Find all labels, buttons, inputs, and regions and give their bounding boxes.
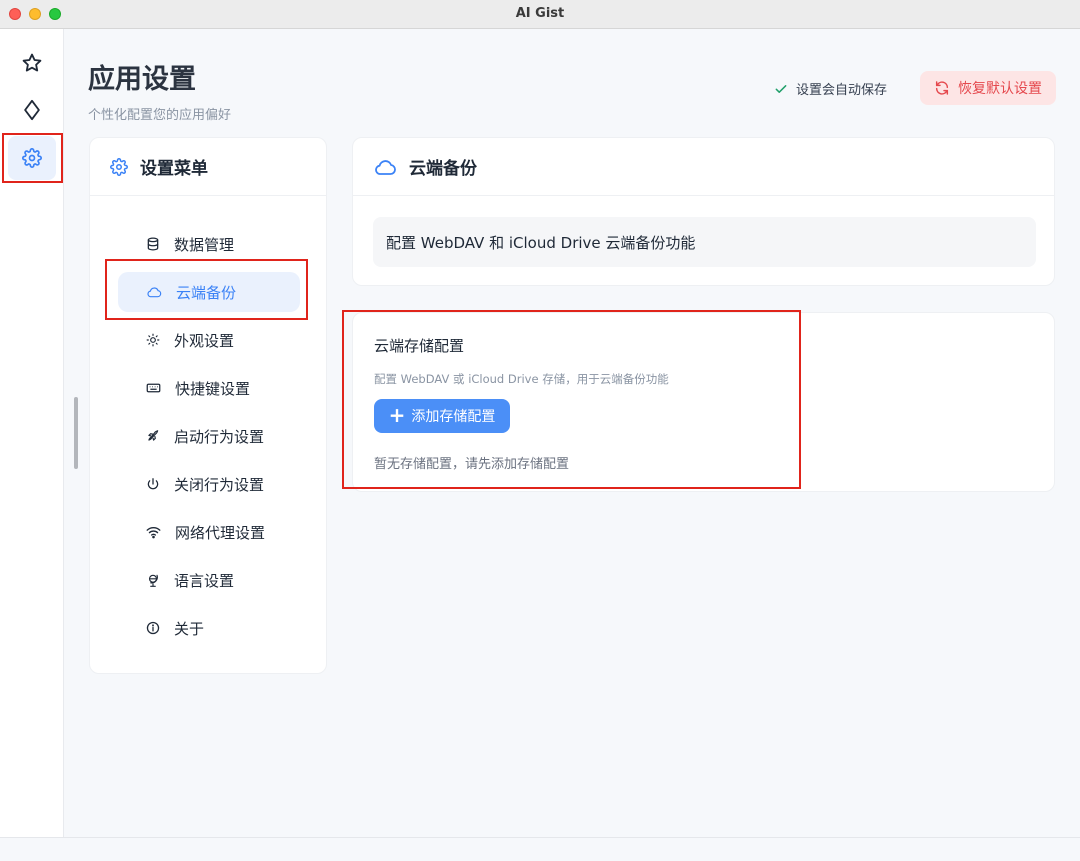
storage-config-highlight-box (342, 310, 801, 489)
cloud-backup-highlight-box (105, 259, 308, 320)
window-titlebar: AI Gist (0, 0, 1080, 29)
menu-item-label: 关闭行为设置 (174, 475, 265, 494)
reset-defaults-label: 恢复默认设置 (958, 81, 1042, 97)
menu-item-appearance[interactable]: 外观设置 (118, 320, 300, 360)
autosave-text: 设置会自动保存 (796, 83, 888, 98)
info-icon (146, 621, 160, 635)
gear-icon (110, 157, 128, 176)
menu-item-language[interactable]: 语言设置 (118, 560, 300, 600)
power-icon (146, 477, 160, 491)
settings-menu-title: 设置菜单 (140, 159, 208, 179)
icon-rail (0, 29, 64, 837)
menu-item-label: 网络代理设置 (175, 523, 266, 542)
rail-item-prompts[interactable] (8, 88, 56, 132)
sidebar-scrollbar[interactable] (74, 397, 78, 469)
menu-item-proxy[interactable]: 网络代理设置 (118, 512, 300, 552)
section-header: 云端备份 (353, 138, 1054, 196)
menu-item-label: 快捷键设置 (175, 379, 251, 398)
menu-item-label: 启动行为设置 (174, 427, 265, 446)
menu-item-startup[interactable]: 启动行为设置 (118, 416, 300, 456)
cloud-backup-section: 云端备份 配置 WebDAV 和 iCloud Drive 云端备份功能 (352, 137, 1055, 286)
menu-item-close-behavior[interactable]: 关闭行为设置 (118, 464, 300, 504)
wifi-icon (146, 525, 161, 539)
page-title: 应用设置 (88, 64, 196, 95)
settings-highlight-box (2, 133, 63, 183)
menu-item-label: 数据管理 (174, 235, 235, 254)
menu-item-label: 语言设置 (174, 571, 235, 590)
window-title: AI Gist (515, 6, 565, 21)
menu-item-data-management[interactable]: 数据管理 (118, 224, 300, 264)
check-icon (774, 82, 788, 96)
section-description: 配置 WebDAV 和 iCloud Drive 云端备份功能 (373, 217, 1036, 267)
database-icon (146, 237, 160, 251)
autosave-status: 设置会自动保存 (774, 79, 887, 98)
page-subtitle: 个性化配置您的应用偏好 (88, 108, 232, 123)
rocket-icon (146, 429, 160, 443)
sun-icon (146, 333, 160, 347)
menu-item-label: 外观设置 (174, 331, 235, 350)
bottom-strip (0, 837, 1080, 861)
refresh-icon (934, 80, 950, 96)
keyboard-icon (146, 381, 161, 395)
cloud-icon (373, 158, 397, 176)
settings-menu-header: 设置菜单 (90, 138, 326, 196)
menu-item-label: 关于 (174, 619, 205, 638)
rail-item-favorites[interactable] (8, 41, 56, 85)
reset-defaults-button[interactable]: 恢复默认设置 (920, 71, 1056, 105)
menu-item-shortcuts[interactable]: 快捷键设置 (118, 368, 300, 408)
star-icon (21, 52, 43, 74)
diamond-icon (22, 99, 42, 121)
settings-menu-card: 设置菜单 数据管理 云端备份 外观设置 快捷键设置 启动行为设置 关闭行为设置 … (89, 137, 327, 674)
section-title: 云端备份 (409, 159, 477, 179)
menu-item-about[interactable]: 关于 (118, 608, 300, 648)
globe-icon (146, 573, 160, 588)
